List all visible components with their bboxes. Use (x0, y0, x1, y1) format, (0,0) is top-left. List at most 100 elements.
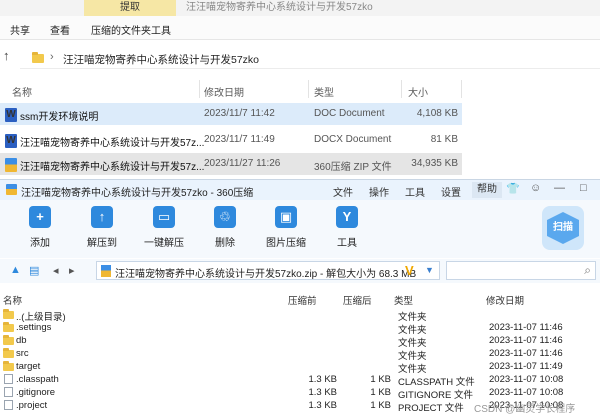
entry-modified: 2023-11-07 10:08 (489, 387, 564, 398)
menu-file[interactable]: 文件 (333, 184, 353, 199)
zip-window: 汪汪喵宠物寄养中心系统设计与开发57zko - 360压缩 文件 操作 工具 设… (0, 179, 600, 418)
file-row[interactable]: 汪汪喵宠物寄养中心系统设计与开发57z... 2023/11/27 11:26 … (0, 153, 462, 175)
verified-check-icon[interactable]: V (405, 263, 414, 278)
menu-help[interactable]: 帮助 (472, 182, 502, 198)
entry-name: .project (16, 400, 48, 411)
minimize-icon[interactable]: — (554, 182, 565, 194)
ribbon-tab-share[interactable]: 共享 (10, 22, 30, 37)
column-name[interactable]: 名称 (12, 84, 32, 99)
address-box[interactable]: › 汪汪喵宠物寄养中心系统设计与开发57zko (20, 47, 600, 69)
up-arrow-icon[interactable]: ↑ (3, 48, 10, 63)
column-divider[interactable] (199, 80, 200, 98)
image-compress-label: 图片压缩 (266, 238, 306, 249)
column-divider[interactable] (308, 80, 309, 98)
archive-row[interactable]: ..(上级目录) 文件夹 (0, 308, 600, 323)
entry-unpacked: 1 KB (370, 387, 391, 398)
folder-icon (3, 309, 14, 319)
zip-titlebar: 汪汪喵宠物寄养中心系统设计与开发57zko - 360压缩 文件 操作 工具 设… (0, 180, 600, 200)
up-level-icon[interactable]: ▲ (10, 264, 21, 276)
forward-icon[interactable]: ▸ (69, 264, 75, 277)
column-size[interactable]: 大小 (408, 84, 428, 99)
explorer-column-header: 名称 修改日期 类型 大小 (0, 80, 600, 100)
zip-column-packed[interactable]: 压缩前 (288, 293, 317, 307)
entry-type: PROJECT 文件 (398, 403, 464, 414)
zip-icon (5, 158, 17, 172)
entry-name: target (16, 361, 41, 372)
archive-row[interactable]: target 文件夹 2023-11-07 11:49 (0, 360, 600, 375)
folder-icon (3, 322, 14, 332)
file-row[interactable]: W ssm开发环境说明 2023/11/7 11:42 DOC Document… (0, 103, 462, 125)
entry-unpacked: 1 KB (370, 374, 391, 385)
archive-row[interactable]: .gitignore 1.3 KB 1 KB GITIGNORE 文件 2023… (0, 386, 600, 401)
explorer-ribbon: 共享 查看 压缩的文件夹工具 (0, 16, 600, 40)
chevron-right-icon[interactable]: › (50, 51, 54, 63)
column-type[interactable]: 类型 (314, 84, 334, 99)
archive-row[interactable]: db 文件夹 2023-11-07 11:46 (0, 334, 600, 349)
entry-packed: 1.3 KB (308, 387, 337, 398)
file-icon (4, 400, 13, 410)
zip-column-name[interactable]: 名称 (3, 293, 22, 307)
view-mode-icon[interactable]: ▤ (29, 264, 39, 277)
one-click-extract-icon: ▭ (153, 206, 175, 228)
delete-button[interactable]: ♲ 删除 (195, 206, 255, 249)
one-click-extract-button[interactable]: ▭ 一键解压 (134, 206, 194, 249)
menu-tools[interactable]: 工具 (405, 184, 425, 199)
archive-search-input[interactable]: ⌕ (446, 261, 596, 280)
zip-column-type[interactable]: 类型 (394, 293, 413, 307)
zip-column-unpacked[interactable]: 压缩后 (343, 293, 372, 307)
column-divider[interactable] (401, 80, 402, 98)
menu-settings[interactable]: 设置 (441, 184, 461, 199)
folder-icon (32, 52, 44, 63)
back-icon[interactable]: ◂ (53, 264, 59, 277)
entry-name: .settings (16, 322, 52, 333)
ribbon-tab-view[interactable]: 查看 (50, 22, 70, 37)
explorer-titlebar: 提取 汪汪喵宠物寄养中心系统设计与开发57zko (0, 0, 600, 16)
search-icon[interactable]: ⌕ (584, 263, 591, 278)
file-name: 汪汪喵宠物寄养中心系统设计与开发57z... (20, 162, 205, 173)
archive-path-box[interactable]: 汪汪喵宠物寄养中心系统设计与开发57zko.zip - 解包大小为 68.3 M… (96, 261, 440, 280)
folder-icon (3, 335, 14, 345)
chevron-down-icon[interactable]: ▼ (425, 265, 434, 275)
file-modified: 2023/11/7 11:42 (204, 108, 275, 119)
image-compress-button[interactable]: ▣ 图片压缩 (256, 206, 316, 249)
menu-operate[interactable]: 操作 (369, 184, 389, 199)
entry-modified: 2023-11-07 11:46 (489, 322, 563, 333)
entry-packed: 1.3 KB (308, 400, 337, 411)
file-icon (4, 387, 13, 397)
archive-row[interactable]: .settings 文件夹 2023-11-07 11:46 (0, 321, 600, 336)
column-modified[interactable]: 修改日期 (204, 84, 244, 99)
zip-column-modified[interactable]: 修改日期 (486, 293, 524, 307)
entry-name: .classpath (16, 374, 59, 385)
360zip-logo-icon (6, 184, 17, 195)
trash-icon: ♲ (214, 206, 236, 228)
archive-row[interactable]: src 文件夹 2023-11-07 11:46 (0, 347, 600, 362)
entry-modified: 2023-11-07 11:46 (489, 348, 563, 359)
file-name: ssm开发环境说明 (20, 112, 99, 123)
extract-to-button[interactable]: ↑ 解压到 (72, 206, 132, 249)
add-icon: + (29, 206, 51, 228)
archive-row[interactable]: .classpath 1.3 KB 1 KB CLASSPATH 文件 2023… (0, 373, 600, 388)
skin-shirt-icon[interactable]: 👕 (506, 182, 520, 195)
extract-to-label: 解压到 (87, 238, 117, 249)
entry-name: src (16, 348, 29, 359)
folder-icon (3, 348, 14, 358)
address-path[interactable]: 汪汪喵宠物寄养中心系统设计与开发57zko (63, 52, 259, 67)
scan-button[interactable]: 扫描 (542, 206, 584, 250)
word-doc-icon: W (5, 134, 17, 148)
file-row[interactable]: W 汪汪喵宠物寄养中心系统设计与开发57z... 2023/11/7 11:49… (0, 129, 462, 151)
tools-label: 工具 (337, 238, 357, 249)
zip-column-header: 名称 压缩前 压缩后 类型 修改日期 (0, 292, 600, 307)
scan-shield-icon: 扫描 (547, 212, 579, 244)
ribbon-tab-compressed-tools[interactable]: 压缩的文件夹工具 (91, 22, 171, 37)
column-divider[interactable] (461, 80, 462, 98)
feedback-icon[interactable]: ☺ (530, 182, 541, 194)
zip-icon (101, 265, 111, 277)
file-modified: 2023/11/7 11:49 (204, 134, 275, 145)
add-button[interactable]: + 添加 (10, 206, 70, 249)
entry-name: db (16, 335, 27, 346)
tools-button[interactable]: Y 工具 (317, 206, 377, 249)
archive-path-text: 汪汪喵宠物寄养中心系统设计与开发57zko.zip - 解包大小为 68.3 M… (115, 269, 417, 280)
tab-extract[interactable]: 提取 (84, 0, 176, 16)
maximize-icon[interactable]: □ (580, 182, 587, 194)
file-type: DOC Document (314, 108, 385, 119)
